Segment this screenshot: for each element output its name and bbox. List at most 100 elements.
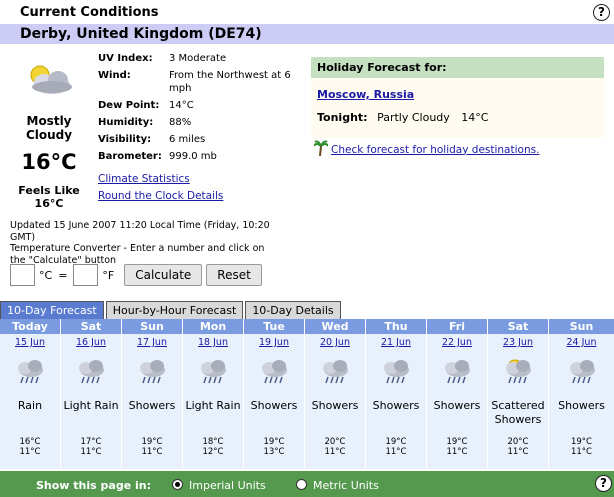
day-date: 15 Jun xyxy=(0,337,60,348)
tab-10-day-details[interactable]: 10-Day Details xyxy=(245,301,341,319)
detail-value: 999.0 mb xyxy=(169,151,217,162)
day-condition: Light Rain xyxy=(63,399,119,412)
day-high: 19°C xyxy=(263,437,285,447)
detail-row: Wind: From the Northwest at 6 mph xyxy=(98,69,303,95)
day-date: 18 Jun xyxy=(183,337,243,348)
day-high: 16°C xyxy=(19,437,41,447)
tonight-condition: Partly Cloudy xyxy=(377,111,450,124)
reset-button[interactable]: Reset xyxy=(206,264,262,286)
mostly-cloudy-icon xyxy=(22,60,78,100)
metric-radio[interactable] xyxy=(296,479,307,490)
forecast-day: Sun 24 Jun Showers 19°C 11°C xyxy=(549,319,614,469)
day-date-link[interactable]: 18 Jun xyxy=(198,337,228,348)
rain-cloud-icon xyxy=(136,357,168,390)
day-condition: Light Rain xyxy=(185,399,241,412)
detail-row: Humidity: 88% xyxy=(98,116,303,129)
title-bar: Current Conditions ? xyxy=(0,0,614,24)
rain-cloud-icon xyxy=(258,357,290,390)
day-date-link[interactable]: 19 Jun xyxy=(259,337,289,348)
celsius-unit: °C xyxy=(39,268,53,282)
sun-rain-cloud-icon xyxy=(502,357,534,390)
help-icon[interactable]: ? xyxy=(595,475,612,492)
forecast-tabs: 10-Day Forecast Hour-by-Hour Forecast 10… xyxy=(0,301,343,319)
day-temps: 19°C 11°C xyxy=(122,437,182,457)
detail-label: Wind: xyxy=(98,70,131,81)
day-low: 11°C xyxy=(570,447,592,457)
day-date: 21 Jun xyxy=(366,337,426,348)
tonight-temp: 14°C xyxy=(461,111,489,124)
tab-hour-by-hour[interactable]: Hour-by-Hour Forecast xyxy=(105,301,244,319)
metric-label[interactable]: Metric Units xyxy=(313,479,379,492)
feels-like: Feels Like 16°C xyxy=(10,184,88,210)
day-date-link[interactable]: 20 Jun xyxy=(320,337,350,348)
detail-value: 88% xyxy=(169,117,192,128)
day-date-link[interactable]: 16 Jun xyxy=(76,337,106,348)
imperial-radio[interactable] xyxy=(172,479,183,490)
day-temps: 19°C 11°C xyxy=(427,437,487,457)
day-low: 11°C xyxy=(446,447,468,457)
day-name: Sat xyxy=(61,319,121,334)
forecast-day: Mon 18 Jun Light Rain 18°C 12°C xyxy=(183,319,244,469)
forecast-day: Wed 20 Jun Showers 20°C 11°C xyxy=(305,319,366,469)
location-bar: Derby, United Kingdom (DE74) xyxy=(0,24,614,44)
day-date: 23 Jun xyxy=(488,337,548,348)
day-condition: Showers xyxy=(433,399,481,412)
fahrenheit-input[interactable] xyxy=(73,264,99,286)
day-name: Tue xyxy=(244,319,304,334)
day-date-link[interactable]: 21 Jun xyxy=(381,337,411,348)
day-date-link[interactable]: 17 Jun xyxy=(137,337,167,348)
celsius-input[interactable] xyxy=(10,264,35,286)
day-date: 22 Jun xyxy=(427,337,487,348)
holiday-city-link[interactable]: Moscow, Russia xyxy=(317,88,414,101)
detail-links: Climate Statistics Round the Clock Detai… xyxy=(98,171,223,205)
day-date: 24 Jun xyxy=(549,337,614,348)
temperature-converter: °C = °F Calculate Reset xyxy=(10,264,262,286)
forecast-day: Sat 23 Jun Scattered Showers 20°C 11°C xyxy=(488,319,549,469)
detail-row: UV Index: 3 Moderate xyxy=(98,52,303,65)
round-the-clock-link[interactable]: Round the Clock Details xyxy=(98,190,223,202)
check-forecast: Check forecast for holiday destinations. xyxy=(313,140,539,159)
day-date-link[interactable]: 22 Jun xyxy=(442,337,472,348)
check-holiday-link[interactable]: Check forecast for holiday destinations. xyxy=(331,144,539,156)
forecast-day: Sat 16 Jun Light Rain 17°C 11°C xyxy=(61,319,122,469)
day-date: 20 Jun xyxy=(305,337,365,348)
day-name: Today xyxy=(0,319,60,334)
imperial-label[interactable]: Imperial Units xyxy=(189,479,266,492)
location-title: Derby, United Kingdom (DE74) xyxy=(20,26,262,42)
help-icon[interactable]: ? xyxy=(593,4,610,21)
conditions-details: UV Index: 3 Moderate Wind: From the Northw… xyxy=(98,52,303,167)
calculate-button[interactable]: Calculate xyxy=(124,264,203,286)
day-date-link[interactable]: 24 Jun xyxy=(567,337,597,348)
day-date-link[interactable]: 15 Jun xyxy=(15,337,45,348)
forecast-day: Today 15 Jun Rain 16°C 11°C xyxy=(0,319,61,469)
updated-timestamp: Updated 15 June 2007 11:20 Local Time (F… xyxy=(10,220,270,243)
day-high: 19°C xyxy=(446,437,468,447)
day-temps: 17°C 11°C xyxy=(61,437,121,457)
units-label: Show this page in: xyxy=(36,479,152,492)
detail-value: 3 Moderate xyxy=(169,53,227,64)
day-date: 19 Jun xyxy=(244,337,304,348)
day-low: 11°C xyxy=(19,447,41,457)
day-temps: 18°C 12°C xyxy=(183,437,243,457)
equals-sign: = xyxy=(58,268,68,282)
day-temps: 19°C 11°C xyxy=(549,437,614,457)
day-condition: Showers xyxy=(372,399,420,412)
day-date-link[interactable]: 23 Jun xyxy=(503,337,533,348)
holiday-tonight: Tonight: Partly Cloudy 14°C xyxy=(317,111,488,124)
day-low: 11°C xyxy=(80,447,102,457)
day-high: 19°C xyxy=(141,437,163,447)
update-info: Updated 15 June 2007 11:20 Local Time (F… xyxy=(10,220,280,266)
tab-10-day-forecast[interactable]: 10-Day Forecast xyxy=(0,301,104,319)
day-condition: Showers xyxy=(128,399,176,412)
forecast-day: Thu 21 Jun Showers 19°C 11°C xyxy=(366,319,427,469)
climate-statistics-link[interactable]: Climate Statistics xyxy=(98,173,190,185)
forecast-day: Fri 22 Jun Showers 19°C 11°C xyxy=(427,319,488,469)
feels-like-label: Feels Like xyxy=(18,184,80,197)
rain-cloud-icon xyxy=(380,357,412,390)
day-condition: Rain xyxy=(17,399,43,412)
detail-label: UV Index: xyxy=(98,53,153,64)
day-low: 12°C xyxy=(202,447,224,457)
detail-row: Visibility: 6 miles xyxy=(98,133,303,146)
detail-label: Visibility: xyxy=(98,134,152,145)
day-date: 17 Jun xyxy=(122,337,182,348)
